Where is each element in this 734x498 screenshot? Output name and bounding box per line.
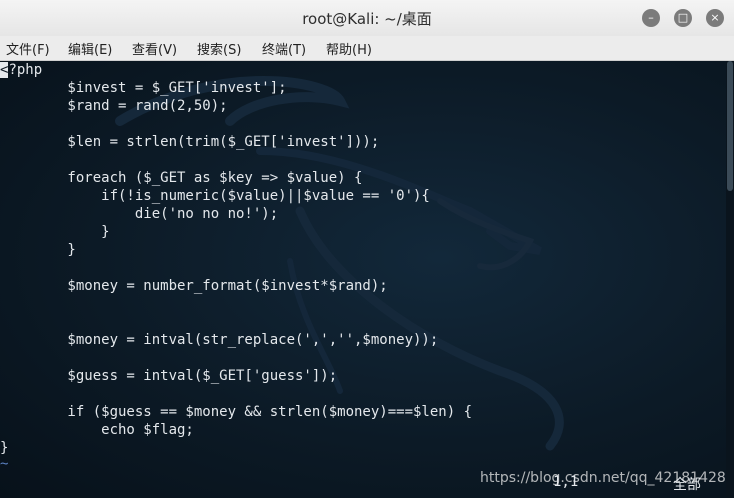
code-line: $money = number_format($invest*$rand);: [0, 278, 388, 294]
maximize-button[interactable]: □: [674, 9, 692, 27]
minimize-button[interactable]: –: [642, 9, 660, 27]
empty-line-marker: ~: [0, 456, 9, 472]
code-line-1: <?php: [0, 62, 43, 78]
code-line: }: [0, 224, 110, 240]
window-title: root@Kali: ~/桌面: [302, 10, 432, 28]
code-line: if ($guess == $money && strlen($money)==…: [0, 404, 473, 420]
code-line: $guess = intval($_GET['guess']);: [0, 368, 338, 384]
title-bar[interactable]: root@Kali: ~/桌面 – □ ×: [0, 0, 734, 37]
code-line: $len = strlen(trim($_GET['invest']));: [0, 134, 380, 150]
scroll-status: 全部: [673, 477, 701, 493]
code-line: echo $flag;: [0, 422, 194, 438]
close-button[interactable]: ×: [706, 9, 724, 27]
menu-view[interactable]: 查看(V): [132, 39, 177, 58]
scrollbar-thumb[interactable]: [727, 61, 733, 191]
code-line: if(!is_numeric($value)||$value == '0'){: [0, 188, 430, 204]
code-line: $invest = $_GET['invest'];: [0, 80, 287, 96]
terminal-area[interactable]: <?php $invest = $_GET['invest']; $rand =…: [0, 61, 734, 498]
code-line: die('no no no!');: [0, 206, 279, 222]
cursor-position: 1,1: [553, 474, 579, 490]
code-line: $money = intval(str_replace(',','',$mone…: [0, 332, 439, 348]
menu-bar: 文件(F) 编辑(E) 查看(V) 搜索(S) 终端(T) 帮助(H): [0, 36, 734, 61]
code-line: $rand = rand(2,50);: [0, 98, 228, 114]
vertical-scrollbar[interactable]: [726, 61, 734, 498]
menu-help[interactable]: 帮助(H): [326, 39, 372, 58]
menu-terminal[interactable]: 终端(T): [262, 39, 306, 58]
code-line: }: [0, 242, 76, 258]
terminal-window: root@Kali: ~/桌面 – □ × 文件(F) 编辑(E) 查看(V) …: [0, 0, 734, 498]
code-line: foreach ($_GET as $key => $value) {: [0, 170, 363, 186]
menu-search[interactable]: 搜索(S): [197, 39, 241, 58]
menu-edit[interactable]: 编辑(E): [68, 39, 112, 58]
menu-file[interactable]: 文件(F): [6, 39, 50, 58]
